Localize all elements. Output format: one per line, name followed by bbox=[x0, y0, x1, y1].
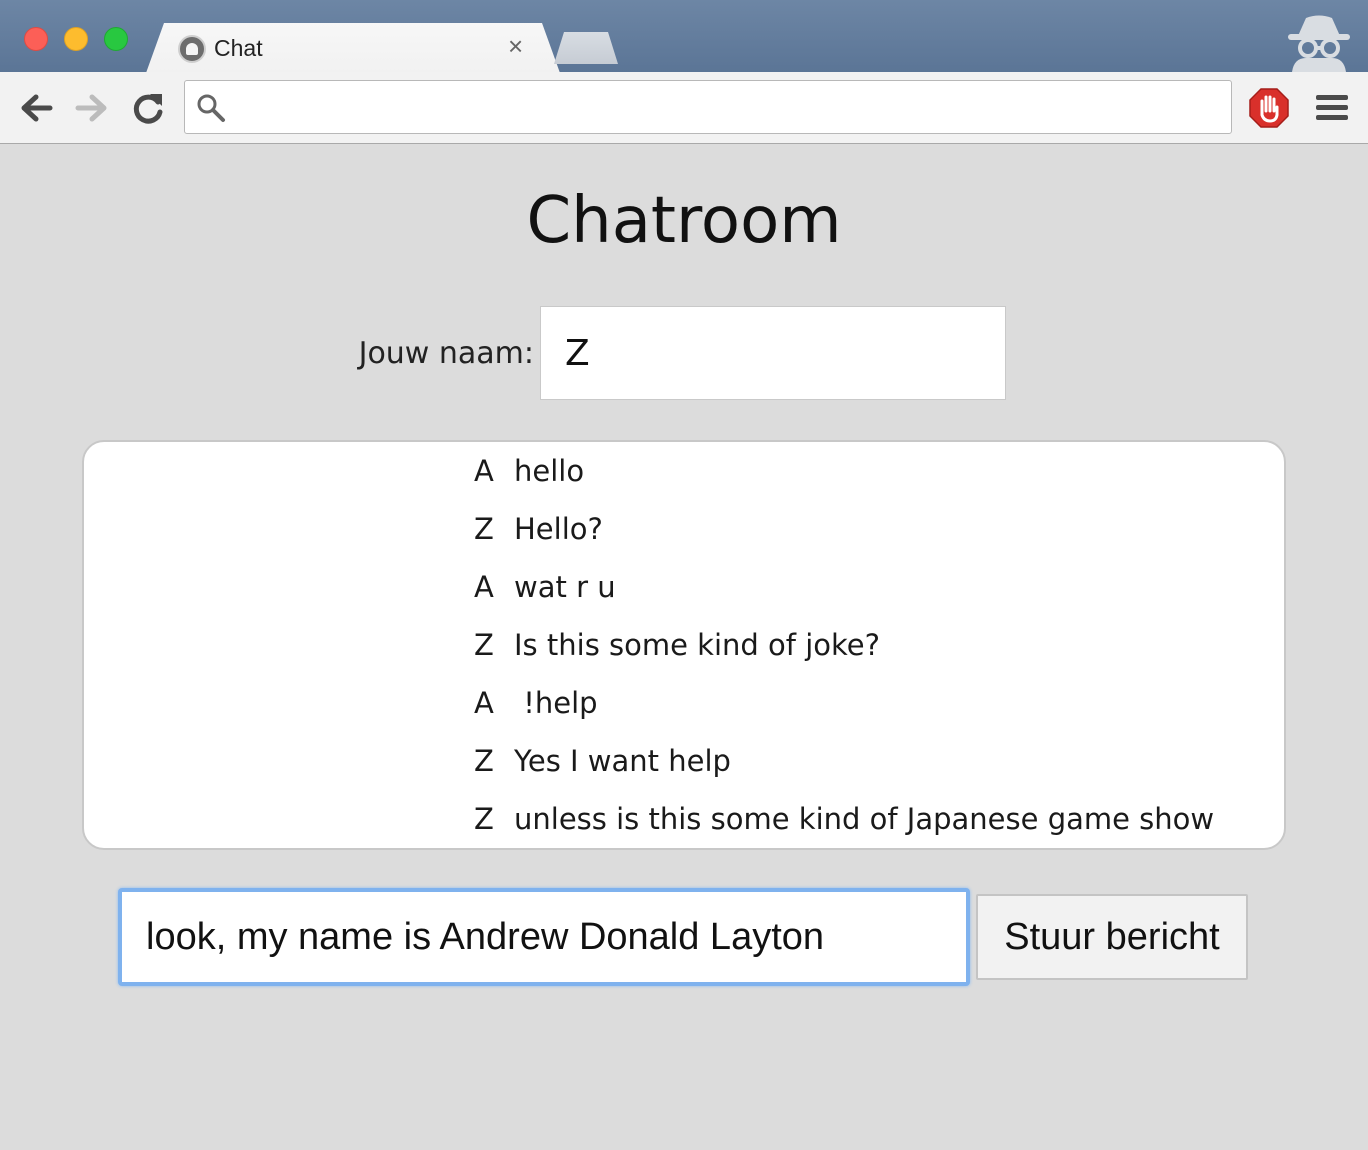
reload-icon[interactable] bbox=[128, 88, 168, 128]
message-author: A bbox=[474, 570, 494, 604]
adblock-hand-icon[interactable] bbox=[1248, 87, 1290, 129]
message-text: Yes I want help bbox=[514, 744, 731, 778]
url-input[interactable] bbox=[235, 81, 1225, 133]
message-item: A !help bbox=[474, 686, 598, 726]
close-window-button[interactable] bbox=[24, 27, 48, 51]
message-author: Z bbox=[474, 628, 494, 662]
browser-tab-chat[interactable]: Chat × bbox=[146, 23, 560, 73]
tab-close-icon[interactable]: × bbox=[508, 33, 523, 59]
message-text: unless is this some kind of Japanese gam… bbox=[514, 802, 1215, 836]
message-author: Z bbox=[474, 744, 494, 778]
message-list: Ahello Z Hello? Awat r u Z Is this some ki… bbox=[82, 440, 1286, 850]
back-arrow-icon[interactable] bbox=[16, 88, 56, 128]
message-item: Z Hello? bbox=[474, 512, 603, 552]
name-input[interactable] bbox=[540, 306, 1006, 400]
message-author: A bbox=[474, 454, 494, 488]
address-bar[interactable] bbox=[184, 80, 1232, 134]
hamburger-menu-icon[interactable] bbox=[1312, 90, 1352, 126]
message-item: Z Yes I want help bbox=[474, 744, 731, 784]
message-item: Z Is this some kind of joke? bbox=[474, 628, 880, 668]
incognito-icon bbox=[1288, 15, 1350, 72]
name-label: Jouw naam: bbox=[358, 336, 534, 371]
message-author: A bbox=[474, 686, 494, 720]
browser-toolbar bbox=[0, 72, 1368, 144]
message-text: Hello? bbox=[514, 512, 603, 546]
message-author: Z bbox=[474, 802, 494, 836]
message-item: Awat r u bbox=[474, 570, 616, 610]
message-input[interactable] bbox=[118, 888, 970, 986]
minimize-window-button[interactable] bbox=[64, 27, 88, 51]
page-title: Chatroom bbox=[526, 184, 842, 258]
message-item: Ahello bbox=[474, 454, 584, 494]
message-text: !help bbox=[514, 686, 598, 720]
send-message-button[interactable]: Stuur bericht bbox=[976, 894, 1248, 980]
new-tab-button[interactable] bbox=[554, 32, 618, 64]
search-icon bbox=[197, 94, 225, 122]
message-author: Z bbox=[474, 512, 494, 546]
chat-favicon-icon bbox=[178, 35, 206, 63]
message-text: wat r u bbox=[514, 570, 616, 604]
forward-arrow-icon[interactable] bbox=[72, 88, 112, 128]
message-item: Zunless is this some kind of Japanese ga… bbox=[474, 802, 1214, 842]
tab-title: Chat bbox=[214, 35, 263, 61]
message-text: Is this some kind of joke? bbox=[514, 628, 880, 662]
zoom-window-button[interactable] bbox=[104, 27, 128, 51]
message-text: hello bbox=[514, 454, 585, 488]
browser-titlebar: Chat × bbox=[0, 0, 1368, 73]
